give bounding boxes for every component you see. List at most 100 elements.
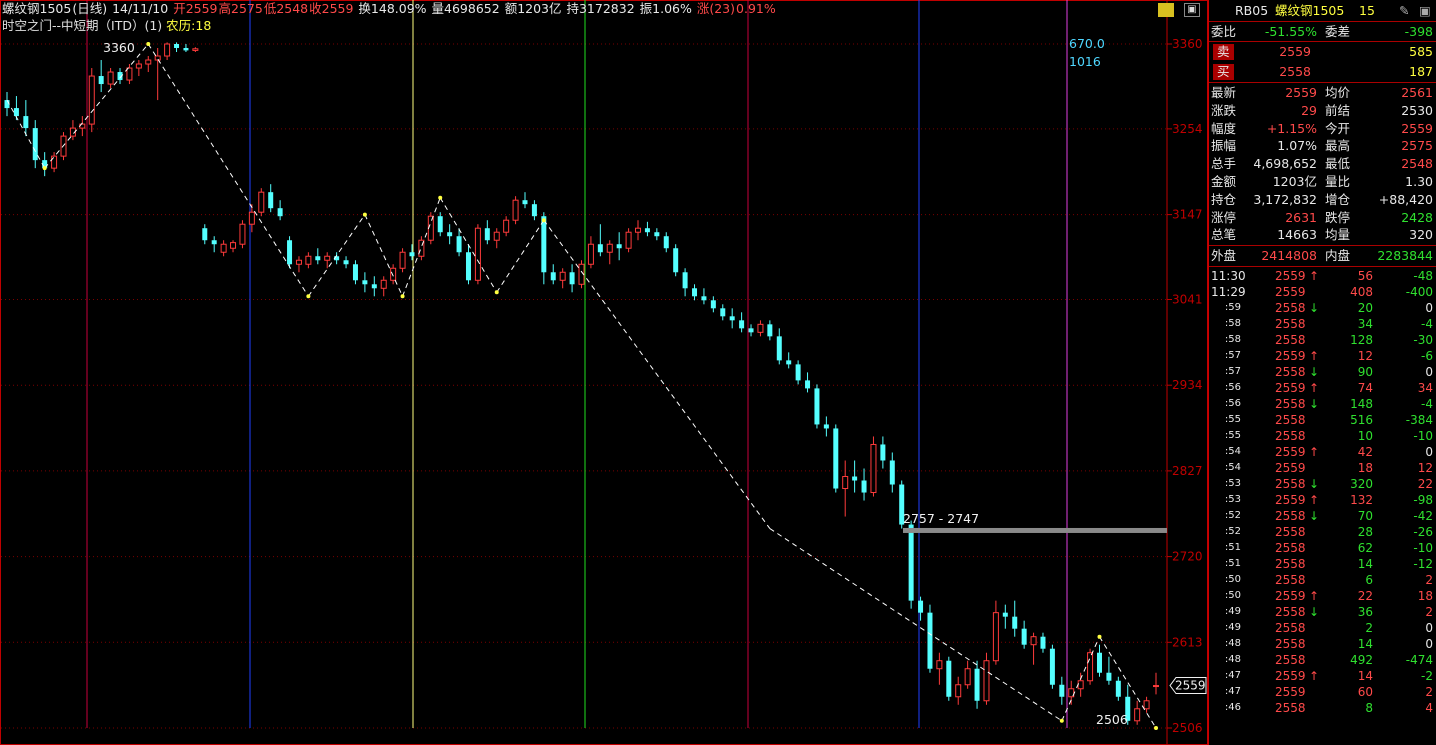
stat-value: 4,698,652 (1253, 156, 1317, 172)
tick-price: 2559 (1275, 685, 1306, 699)
y-tick-label: 2613 (1172, 635, 1203, 649)
candle-body-up (145, 59, 152, 65)
candle-body-down (13, 108, 19, 117)
buy-volume: 187 (1409, 64, 1433, 79)
stat-label: 今开 (1325, 120, 1351, 136)
tick-volume: 6 (1365, 573, 1373, 587)
tick-price: 2559 (1275, 669, 1306, 683)
tick-delta: -12 (1413, 557, 1433, 571)
outer-label: 外盘 (1211, 248, 1237, 263)
candle-body-down (852, 476, 858, 481)
tick-delta: 0 (1425, 301, 1433, 315)
tick-price: 2558 (1275, 429, 1306, 443)
tick-price: 2558 (1275, 333, 1306, 347)
tick-row: :59 2558 ↓ 20 0 (1209, 300, 1436, 316)
weibi-value: -51.55% (1264, 24, 1317, 39)
candle-body-up (503, 219, 510, 233)
pivot-point (1097, 634, 1102, 639)
stat-label: 量比 (1325, 174, 1351, 189)
stat-row: 幅度 +1.15% 今开 2559 (1209, 120, 1436, 138)
candle-body-down (805, 380, 811, 389)
kline-chart-area[interactable]: 3360 3254 3147 3041 2934 2827 2720 2613 2506 2757… (0, 0, 1208, 745)
tick-row: :56 2559 ↑ 74 34 (1209, 380, 1436, 396)
candle-body-up (512, 199, 519, 221)
ask-row[interactable]: 卖 2559 585 (1209, 43, 1436, 61)
stat-label: 总笔 (1211, 227, 1237, 243)
stat-row: 涨跌 29 前结 2530 (1209, 102, 1436, 120)
candle-body-up (1153, 685, 1159, 688)
candle-body-down (692, 288, 698, 297)
kline-chart[interactable]: 3360 3254 3147 3041 2934 2827 2720 2613 2506 2757… (0, 0, 1208, 745)
tick-delta: -384 (1405, 413, 1433, 427)
y-tick-label: 2720 (1172, 550, 1203, 564)
candle-body-down (814, 388, 820, 425)
candle-body-up (1087, 652, 1094, 682)
tick-volume: 36 (1357, 605, 1373, 619)
candle-body-down (541, 216, 547, 273)
candle-body-up (992, 612, 999, 662)
restore-icon[interactable]: ▣ (1184, 3, 1200, 17)
tick-price: 2558 (1275, 541, 1306, 555)
candle-body-down (371, 284, 377, 289)
candle-body-down (1096, 652, 1102, 673)
candle-body-down (1059, 684, 1065, 697)
stat-label: 最高 (1325, 138, 1351, 154)
tick-volume: 20 (1357, 301, 1373, 315)
position-value: 持3172832 (566, 1, 635, 16)
tick-delta: -400 (1405, 285, 1433, 299)
candle-body-up (126, 67, 133, 81)
candle-body-up (192, 48, 199, 51)
candle-body-down (352, 264, 358, 281)
tick-volume: 132 (1350, 493, 1373, 507)
stat-value: 1.07% (1277, 138, 1317, 154)
candle-body-up (399, 251, 406, 269)
stat-label: 金额 (1211, 174, 1237, 189)
pivot-point (306, 294, 311, 299)
stat-label: 最低 (1325, 156, 1351, 172)
stat-label: 跌停 (1325, 209, 1351, 225)
stat-row: 总笔 14663 均量 320 (1209, 226, 1436, 244)
candle-body-down (833, 428, 839, 489)
candle-body-up (220, 243, 227, 253)
resistance-zone (903, 527, 1167, 533)
panel-name: 螺纹钢1505 (1275, 3, 1345, 18)
toggle-icon[interactable] (1158, 3, 1174, 17)
y-tick-label: 2827 (1172, 464, 1203, 478)
tick-time: :48 (1224, 638, 1241, 649)
tick-delta: -10 (1413, 541, 1433, 555)
candle-body-down (23, 116, 29, 129)
pivot-point (146, 42, 151, 46)
candle-body-down (974, 668, 980, 701)
config-icon[interactable]: ✎ (1399, 2, 1409, 20)
window-icon[interactable]: ▣ (1419, 2, 1431, 20)
tick-time: :53 (1224, 494, 1241, 505)
tick-volume: 492 (1350, 653, 1373, 667)
candle-body-up (1143, 700, 1150, 710)
tick-row: :48 2558 14 0 (1209, 636, 1436, 652)
tick-arrow: ↑ (1309, 589, 1320, 603)
low-value: 低2548 (263, 1, 309, 16)
tick-volume: 22 (1357, 589, 1373, 603)
stat-label: 涨停 (1211, 209, 1237, 225)
y-tick-label: 2934 (1172, 378, 1203, 392)
tick-volume: 2 (1365, 621, 1373, 635)
chart-toolbar: ▣ (1158, 3, 1200, 17)
tick-arrow: ↑ (1309, 349, 1320, 363)
tick-row: :56 2558 ↓ 148 -4 (1209, 396, 1436, 412)
candle-body-down (211, 240, 217, 245)
candle-body-down (437, 216, 443, 233)
tick-volume: 74 (1357, 381, 1373, 395)
stat-value: 2530 (1401, 102, 1433, 118)
pivot-point (494, 290, 499, 295)
candle-body-down (32, 128, 38, 161)
candle-body-down (786, 360, 792, 365)
tick-arrow: ↑ (1309, 269, 1320, 283)
candle-body-up (258, 191, 265, 213)
tick-delta: 12 (1417, 461, 1433, 475)
candle-body-down (456, 236, 462, 253)
bid-row[interactable]: 买 2558 187 (1209, 63, 1436, 81)
pivot-point (42, 166, 47, 171)
tick-delta: 0 (1425, 445, 1433, 459)
candle-body-down (1049, 648, 1055, 685)
candle-body-down (447, 232, 453, 237)
